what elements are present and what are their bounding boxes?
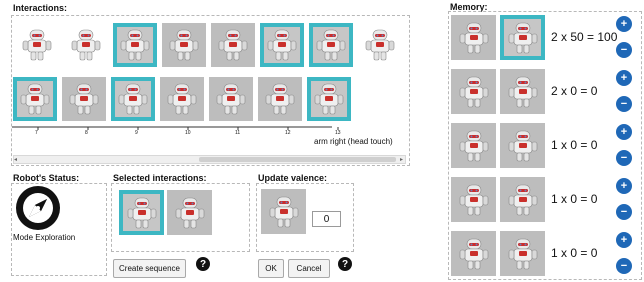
interaction-thumbnail[interactable] — [113, 23, 157, 67]
interaction-thumbnail[interactable] — [307, 77, 351, 121]
memory-thumbnail-first[interactable] — [451, 123, 496, 168]
robot-icon — [20, 83, 50, 115]
memory-row-text: 1 x 0 = 0 — [551, 138, 598, 152]
interaction-thumbnail[interactable] — [309, 23, 353, 67]
update-valence-title: Update valence: — [258, 173, 328, 183]
valence-help-icon[interactable]: ? — [338, 257, 352, 271]
memory-plus-button[interactable]: + — [616, 124, 632, 140]
interaction-thumbnail[interactable] — [260, 23, 304, 67]
memory-minus-button[interactable]: − — [616, 150, 632, 166]
robot-icon — [267, 29, 297, 61]
robot-icon — [508, 184, 537, 215]
interaction-thumbnail[interactable] — [258, 77, 302, 121]
timeline-label: arm right (head touch) — [314, 137, 393, 146]
memory-thumbnail-second[interactable] — [500, 231, 545, 276]
robot-icon — [269, 196, 298, 227]
create-sequence-help-icon[interactable]: ? — [196, 257, 210, 271]
selected-interactions-title: Selected interactions: — [113, 173, 207, 183]
robot-icon — [459, 22, 488, 53]
interaction-thumbnail[interactable] — [62, 77, 106, 121]
interactions-title: Interactions: — [13, 3, 68, 13]
robot-icon — [508, 22, 537, 53]
interaction-thumbnail[interactable] — [209, 77, 253, 121]
robot-icon — [459, 184, 488, 215]
scroll-right-icon[interactable]: ▸ — [400, 156, 403, 163]
memory-thumbnail-first[interactable] — [451, 15, 496, 60]
valence-interaction-thumbnail[interactable] — [261, 189, 306, 234]
robot-icon — [69, 83, 99, 115]
scrollbar-thumb[interactable] — [199, 157, 396, 162]
memory-plus-button[interactable]: + — [616, 70, 632, 86]
timeline-tick-label: 12 — [285, 130, 291, 136]
interaction-thumbnail[interactable] — [162, 23, 206, 67]
compass-icon — [16, 186, 60, 230]
memory-thumbnail-first[interactable] — [451, 177, 496, 222]
memory-row-text: 2 x 0 = 0 — [551, 84, 598, 98]
memory-plus-button[interactable]: + — [616, 178, 632, 194]
memory-thumbnail-second[interactable] — [500, 177, 545, 222]
selected-interaction-thumbnail[interactable] — [167, 190, 212, 235]
create-sequence-button[interactable]: Create sequence — [113, 259, 186, 278]
interaction-thumbnail[interactable] — [358, 23, 402, 67]
robot-icon — [316, 29, 346, 61]
robot-status-title: Robot's Status: — [13, 173, 80, 183]
timeline-tick-label: 8 — [85, 130, 88, 136]
memory-row-text: 1 x 0 = 0 — [551, 246, 598, 260]
memory-minus-button[interactable]: − — [616, 258, 632, 274]
memory-minus-button[interactable]: − — [616, 96, 632, 112]
interaction-thumbnail[interactable] — [64, 23, 108, 67]
memory-minus-button[interactable]: − — [616, 204, 632, 220]
interaction-thumbnail[interactable] — [15, 23, 59, 67]
memory-plus-button[interactable]: + — [616, 16, 632, 32]
memory-plus-button[interactable]: + — [616, 232, 632, 248]
memory-thumbnail-second[interactable] — [500, 123, 545, 168]
interaction-thumbnail[interactable] — [111, 77, 155, 121]
robot-icon — [459, 238, 488, 269]
robot-icon — [22, 29, 52, 61]
ok-button[interactable]: OK — [258, 259, 284, 278]
robot-icon — [508, 76, 537, 107]
memory-thumbnail-second[interactable] — [500, 69, 545, 114]
robot-icon — [459, 76, 488, 107]
interaction-thumbnail[interactable] — [160, 77, 204, 121]
robot-icon — [71, 29, 101, 61]
cancel-button[interactable]: Cancel — [288, 259, 330, 278]
memory-thumbnail-first[interactable] — [451, 231, 496, 276]
robot-icon — [118, 83, 148, 115]
robot-icon — [175, 197, 204, 228]
scroll-left-icon[interactable]: ◂ — [14, 156, 17, 163]
interaction-thumbnail[interactable] — [211, 23, 255, 67]
memory-row-text: 1 x 0 = 0 — [551, 192, 598, 206]
robot-icon — [314, 83, 344, 115]
robot-icon — [218, 29, 248, 61]
robot-mode-label: Mode Exploration — [13, 233, 76, 242]
robot-icon — [459, 130, 488, 161]
timeline-tick-label: 9 — [135, 130, 138, 136]
memory-thumbnail-first[interactable] — [451, 69, 496, 114]
memory-minus-button[interactable]: − — [616, 42, 632, 58]
robot-icon — [169, 29, 199, 61]
robot-icon — [167, 83, 197, 115]
memory-row-text: 2 x 50 = 100 — [551, 30, 618, 44]
memory-thumbnail-second[interactable] — [500, 15, 545, 60]
robot-icon — [216, 83, 246, 115]
robot-icon — [508, 238, 537, 269]
robot-icon — [265, 83, 295, 115]
interaction-thumbnail[interactable] — [13, 77, 57, 121]
robot-icon — [508, 130, 537, 161]
selected-interaction-thumbnail[interactable] — [119, 190, 164, 235]
timeline-tick-label: 10 — [185, 130, 191, 136]
robot-icon — [120, 29, 150, 61]
timeline-tick-label: 13 — [335, 130, 341, 136]
valence-input[interactable]: 0 — [312, 211, 341, 227]
timeline-tick-label: 11 — [235, 130, 241, 136]
timeline-tick-label: 7 — [35, 130, 38, 136]
robot-icon — [127, 197, 156, 228]
robot-icon — [365, 29, 395, 61]
